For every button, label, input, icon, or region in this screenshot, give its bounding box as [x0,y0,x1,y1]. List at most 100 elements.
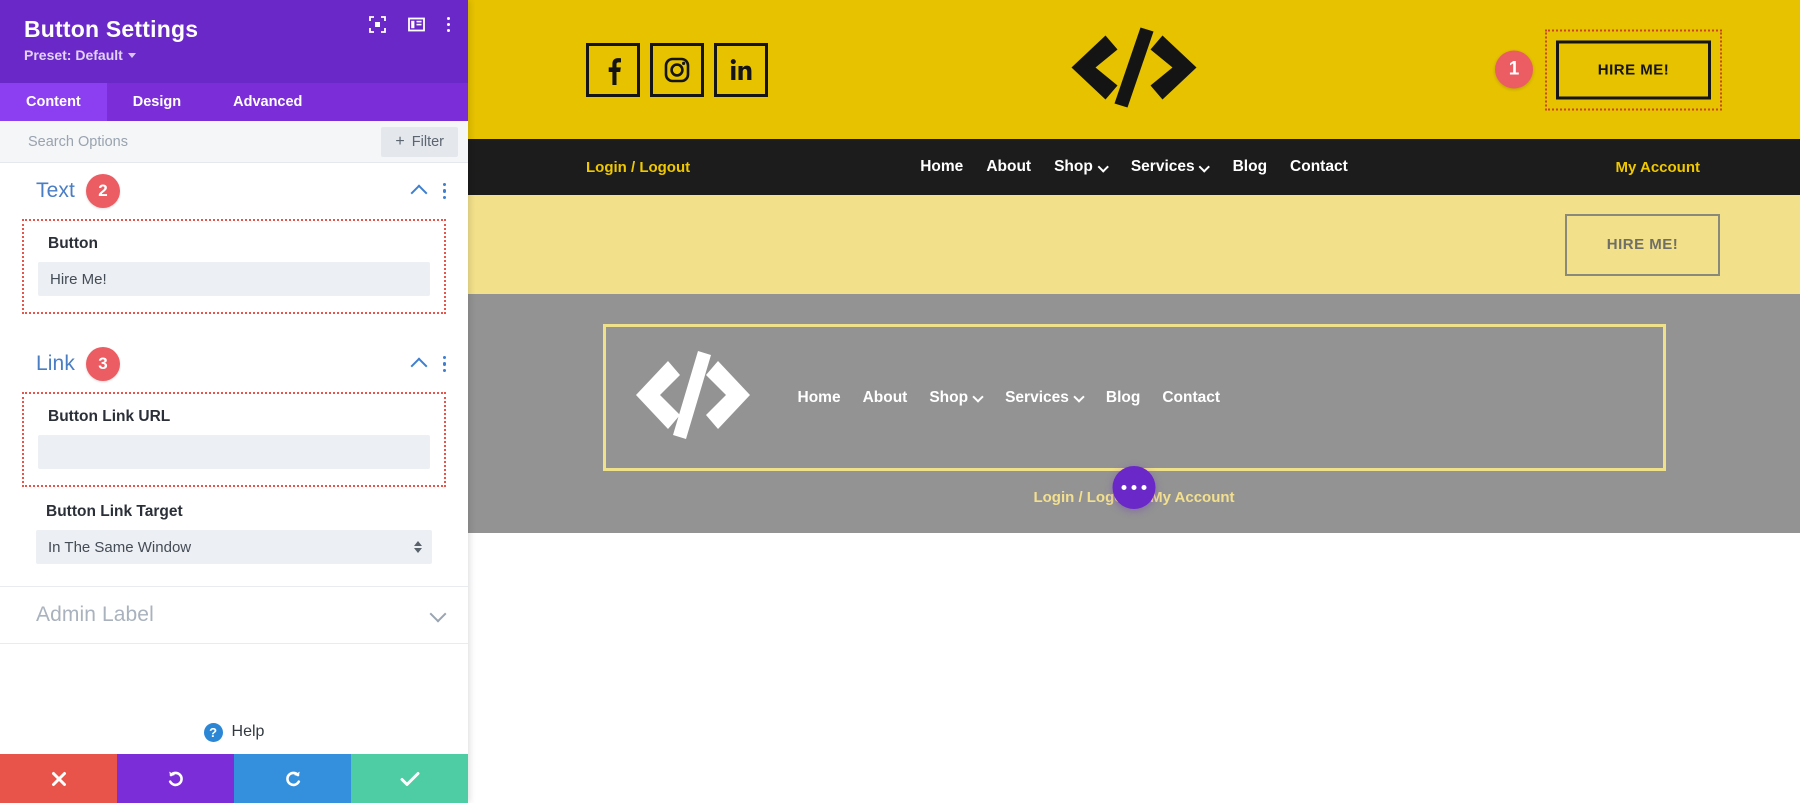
gray-nav-link-services[interactable]: Services [1005,389,1084,407]
preview-mid-section: HIRE ME! [468,195,1800,294]
filter-button-label: Filter [412,134,444,150]
redo-arrow-icon [283,769,303,789]
linkedin-icon[interactable] [714,43,768,97]
nav-link-label: Services [1131,158,1195,176]
section-text: Text 2 Button [0,163,468,314]
preview-nav-bar: Login / Logout Home About Shop Services [468,139,1800,195]
chevron-down-icon [1099,163,1108,172]
highlight-box-button-text: Button [22,219,446,314]
gray-nav-link-contact[interactable]: Contact [1162,389,1220,407]
section-admin-label-title: Admin Label [36,603,154,627]
step-badge-3: 3 [86,347,120,381]
button-settings-panel: Button Settings Preset: Default [0,0,468,803]
button-text-input[interactable] [38,262,430,296]
collapse-chevron-up-icon[interactable] [411,183,427,199]
nav-login-logout-link[interactable]: Login / Logout [586,159,690,176]
preset-label: Preset: Default [24,47,123,63]
nav-link-contact[interactable]: Contact [1290,158,1348,176]
save-button[interactable] [351,754,468,803]
more-options-fab[interactable] [1113,466,1156,509]
panel-header: Button Settings Preset: Default [0,0,468,83]
chevron-down-icon [1075,393,1084,402]
section-text-header[interactable]: Text 2 [0,163,468,219]
section-link: Link 3 Button Link URL Button Link Targe… [0,336,468,564]
gray-section-outline: Home About Shop Services Blog [603,324,1666,471]
preview-top-bar: 1 HIRE ME! [468,0,1800,139]
module-selection-outline: HIRE ME! [1545,29,1722,110]
checkmark-icon [400,770,420,788]
gray-nav-link-shop[interactable]: Shop [929,389,983,407]
nav-link-home[interactable]: Home [920,158,963,176]
tab-content[interactable]: Content [0,83,107,121]
layout-panel-icon[interactable] [408,16,425,33]
tab-design[interactable]: Design [107,83,207,121]
focus-frame-icon[interactable] [369,16,386,33]
code-brackets-logo [1062,21,1207,118]
section-text-title: Text [36,179,75,203]
panel-body: Text 2 Button Link 3 [0,163,468,803]
undo-button[interactable] [117,754,234,803]
filter-button[interactable]: + Filter [381,127,458,157]
hire-me-button-secondary[interactable]: HIRE ME! [1565,214,1720,276]
panel-tabs: Content Design Advanced [0,83,468,121]
section-divider [0,643,468,644]
gray-nav-link-home[interactable]: Home [798,389,841,407]
nav-link-label: About [863,389,908,407]
field-button-link-target: Button Link Target [22,503,446,564]
button-link-url-input[interactable] [38,435,430,469]
search-row: + Filter [0,121,468,163]
search-input[interactable] [0,134,381,150]
nav-link-label: Shop [929,389,968,407]
tab-advanced[interactable]: Advanced [207,83,328,121]
chevron-down-icon [974,393,983,402]
panel-footer [0,754,468,803]
section-admin-label-header[interactable]: Admin Label [0,587,468,643]
nav-link-label: Blog [1106,389,1140,407]
help-row[interactable]: ? Help [0,710,468,754]
gray-nav-links-group: Home About Shop Services Blog [798,389,1221,407]
code-brackets-logo [626,343,758,452]
button-link-target-select[interactable] [36,530,432,564]
nav-link-label: Shop [1054,158,1093,176]
step-badge-2: 2 [86,174,120,208]
nav-link-label: Home [920,158,963,176]
nav-link-services[interactable]: Services [1131,158,1210,176]
cancel-button[interactable] [0,754,117,803]
nav-link-label: Contact [1162,389,1220,407]
preset-selector[interactable]: Preset: Default [24,47,446,63]
hire-me-selection-group: 1 HIRE ME! [1495,29,1722,110]
nav-link-label: Home [798,389,841,407]
facebook-icon[interactable] [586,43,640,97]
section-admin-label: Admin Label [0,587,468,643]
section-link-title: Link [36,352,75,376]
question-mark-icon: ? [204,723,223,742]
social-icons-group [586,43,768,97]
nav-link-label: About [986,158,1031,176]
gray-nav-link-blog[interactable]: Blog [1106,389,1140,407]
nav-link-shop[interactable]: Shop [1054,158,1108,176]
instagram-icon[interactable] [650,43,704,97]
website-preview: 1 HIRE ME! Login / Logout Home About Sho… [468,0,1800,803]
nav-link-blog[interactable]: Blog [1233,158,1267,176]
undo-arrow-icon [166,769,186,789]
chevron-down-icon [128,53,136,58]
nav-link-label: Contact [1290,158,1348,176]
redo-button[interactable] [234,754,351,803]
gray-nav-link-about[interactable]: About [863,389,908,407]
nav-link-label: Services [1005,389,1069,407]
nav-link-about[interactable]: About [986,158,1031,176]
collapse-chevron-up-icon[interactable] [411,356,427,372]
section-link-header[interactable]: Link 3 [0,336,468,392]
section-kebab-menu-icon[interactable] [443,356,447,373]
help-label: Help [232,723,265,741]
panel-header-icons [369,16,450,33]
plus-icon: + [395,134,404,150]
nav-my-account-link[interactable]: My Account [1616,159,1700,176]
expand-chevron-down-icon[interactable] [430,607,446,623]
section-kebab-menu-icon[interactable] [443,183,447,200]
nav-links-group: Home About Shop Services Blog Contact [920,158,1348,176]
field-label-button-link-target: Button Link Target [46,503,432,521]
hire-me-button[interactable]: HIRE ME! [1556,40,1711,99]
field-label-button-link-url: Button Link URL [48,408,430,426]
kebab-menu-icon[interactable] [447,17,450,32]
